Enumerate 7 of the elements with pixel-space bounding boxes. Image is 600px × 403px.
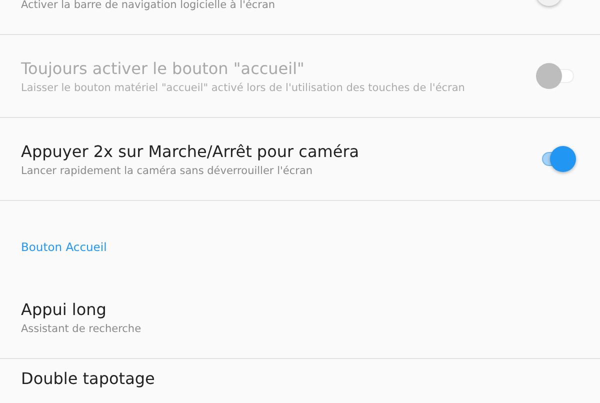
- setting-subtitle: Laisser le bouton matériel "accueil" activé lors de l'utilisation des touches de l'écran: [21, 82, 465, 94]
- setting-subtitle: Assistant de recherche: [21, 322, 142, 334]
- setting-title[interactable]: Appui long: [21, 300, 142, 318]
- setting-title[interactable]: Double tapotage: [21, 369, 155, 388]
- setting-subtitle: Lancer rapidement la caméra sans déverrouiller l'écran: [21, 164, 314, 176]
- setting-title[interactable]: Appuyer 2x sur Marche/Arrêt pour caméra: [21, 142, 360, 160]
- section-header: Bouton Accueil: [21, 240, 107, 254]
